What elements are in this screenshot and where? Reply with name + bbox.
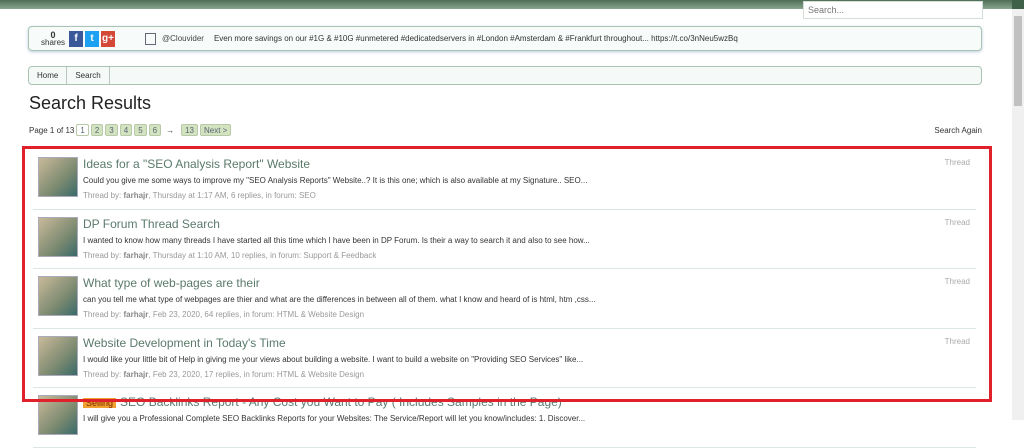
meta-details: , Thursday at 1:17 AM, 6 replies, in for… [148,191,316,200]
share-count: 0 shares [41,30,66,47]
tweet-icon [145,32,157,45]
result-title[interactable]: DP Forum Thread Search [83,217,220,231]
breadcrumb: Home Search [28,66,982,85]
share-bar: 0 shares f t g+ @Clouvider Even more savi… [28,26,982,51]
page-6[interactable]: 6 [148,124,162,136]
pagination: Page 1 of 13 1 2 3 4 5 6 → 13 Next > [29,124,232,136]
result-title[interactable]: What type of web-pages are their [83,276,260,290]
page-3[interactable]: 3 [105,124,118,136]
result-type: Thread [944,336,970,346]
breadcrumb-search[interactable]: Search [67,67,110,84]
avatar[interactable] [38,335,78,376]
meta-prefix: Thread by: [83,310,124,319]
meta-details: , Feb 23, 2020, 17 replies, in forum: HT… [148,369,365,379]
breadcrumb-home[interactable]: Home [29,67,68,84]
result-meta: Thread by: farhajr, Feb 23, 2020, 64 rep… [83,310,364,319]
page-label: Page 1 of 13 [29,125,75,135]
search-input[interactable] [803,1,983,19]
twitter-share-button[interactable]: t [85,30,100,47]
result-snippet: I would like your little bit of Help in … [83,354,584,364]
result-meta: Thread by: farhajr, Feb 23, 2020, 17 rep… [83,370,364,379]
author-link[interactable]: farhajr [123,191,148,200]
scrollbar[interactable] [1012,0,1024,420]
result-snippet: I wanted to know how many threads I have… [83,235,590,245]
page-1[interactable]: 1 [76,124,89,136]
result-item: What type of web-pages are their can you… [33,269,976,329]
result-snippet: can you tell me what type of webpages ar… [83,295,596,304]
avatar[interactable] [38,157,78,197]
facebook-share-button[interactable]: f [69,30,84,47]
result-snippet: I will give you a Professional Complete … [83,414,586,423]
scrollbar-thumb[interactable] [1014,16,1022,106]
page-skip[interactable]: → [166,126,174,135]
result-snippet: Could you give me some ways to improve m… [83,176,588,185]
result-type: Thread [944,277,970,286]
results-list: Ideas for a "SEO Analysis Report" Websit… [33,150,976,448]
author-link[interactable]: farhajr [123,251,148,260]
avatar[interactable] [38,276,78,316]
author-link[interactable]: farhajr [123,370,148,379]
meta-prefix: Thread by: [83,191,124,200]
page-2[interactable]: 2 [90,124,104,136]
tweet-handle[interactable]: @Clouvider [162,34,204,43]
meta-details: , Thursday at 1:10 AM, 10 replies, in fo… [148,250,377,260]
result-item: Website Development in Today's Time I wo… [33,329,976,388]
result-title[interactable]: Ideas for a "SEO Analysis Report" Websit… [83,157,310,171]
result-item: Ideas for a "SEO Analysis Report" Websit… [33,150,976,210]
tweet-text: Even more savings on our #1G & #10G #unm… [213,34,738,43]
avatar[interactable] [38,395,78,435]
result-type: Thread [944,158,970,167]
result-meta: Thread by: farhajr, Thursday at 1:10 AM,… [83,251,376,260]
result-type: Thread [944,217,970,227]
result-title[interactable]: Website Development in Today's Time [83,336,286,350]
page-5[interactable]: 5 [134,124,147,136]
meta-prefix: Thread by: [83,250,124,260]
selling-badge: Selling [83,398,117,408]
result-meta: Thread by: farhajr, Thursday at 1:17 AM,… [83,191,316,200]
meta-details: , Feb 23, 2020, 64 replies, in forum: HT… [148,310,365,319]
meta-prefix: Thread by: [83,369,124,379]
google-plus-share-button[interactable]: g+ [101,30,116,47]
author-link[interactable]: farhajr [123,310,148,319]
result-title[interactable]: Selling SEO Backlinks Report - Any Cost y… [83,395,562,409]
page-title: Search Results [29,93,152,113]
page-13[interactable]: 13 [181,124,198,136]
result-title-text: SEO Backlinks Report - Any Cost you Want… [120,395,562,409]
avatar[interactable] [38,216,78,257]
share-count-label: shares [41,37,66,47]
result-item: DP Forum Thread Search I wanted to know … [33,210,976,269]
next-page-button[interactable]: Next > [200,124,232,136]
search-again-link[interactable]: Search Again [934,126,982,135]
result-item: Selling SEO Backlinks Report - Any Cost y… [33,388,976,448]
page-4[interactable]: 4 [119,124,133,136]
